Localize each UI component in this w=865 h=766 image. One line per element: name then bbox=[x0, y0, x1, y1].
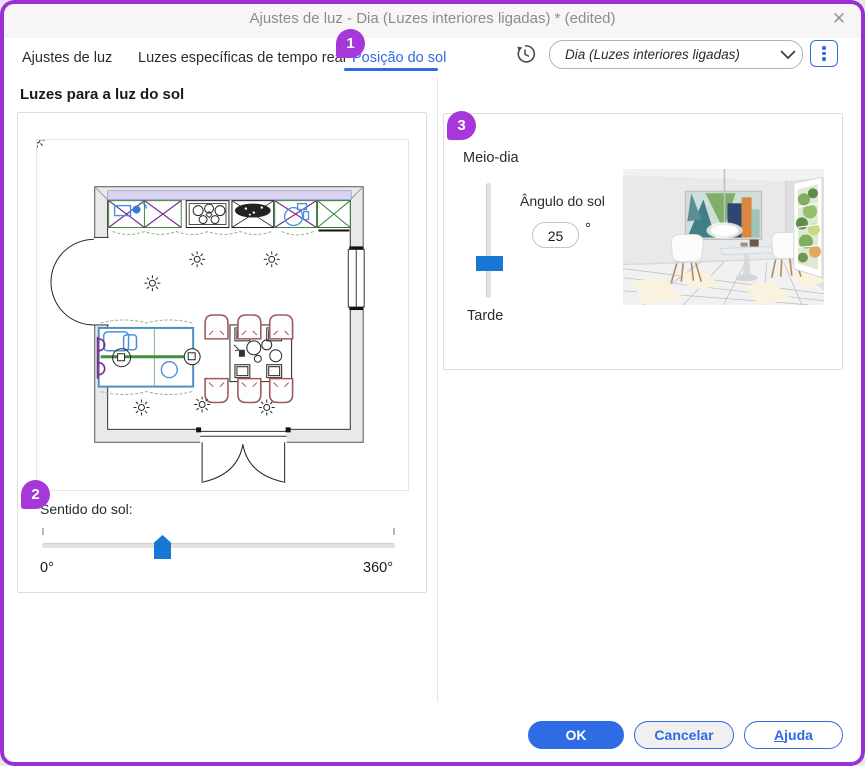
lighting-preset-dropdown[interactable]: Dia (Luzes interiores ligadas) bbox=[549, 40, 803, 69]
close-icon[interactable]: ✕ bbox=[826, 6, 852, 32]
kebab-dot bbox=[822, 57, 826, 61]
slider-tick-start bbox=[42, 528, 44, 535]
slider-tick-end bbox=[393, 528, 395, 535]
room-render-preview bbox=[623, 169, 824, 305]
dialog-title: Ajustes de luz - Dia (Luzes interiores l… bbox=[249, 10, 616, 27]
ok-button[interactable]: OK bbox=[528, 721, 624, 749]
active-tab-underline bbox=[344, 68, 438, 71]
more-options-button[interactable] bbox=[810, 40, 838, 67]
sun-direction-slider-track[interactable] bbox=[42, 543, 395, 548]
sun-direction-min: 0° bbox=[40, 560, 54, 576]
noon-label: Meio-dia bbox=[463, 150, 519, 166]
help-label-mnemonic: A bbox=[774, 727, 785, 743]
light-settings-dialog: Ajustes de luz - Dia (Luzes interiores l… bbox=[0, 0, 865, 766]
annotation-step-3: 3 bbox=[447, 111, 476, 140]
kebab-dot bbox=[822, 51, 826, 56]
sun-angle-slider-track[interactable] bbox=[486, 183, 491, 298]
help-label-rest: juda bbox=[784, 727, 813, 743]
sunlight-section-heading: Luzes para a luz do sol bbox=[20, 86, 185, 103]
evening-label: Tarde bbox=[467, 308, 504, 324]
chevron-down-icon bbox=[774, 47, 802, 63]
panel-divider bbox=[437, 78, 438, 702]
kebab-dot bbox=[822, 46, 826, 50]
help-button[interactable]: Ajuda bbox=[744, 721, 843, 749]
sun-angle-slider-handle[interactable] bbox=[476, 256, 503, 271]
cancel-button[interactable]: Cancelar bbox=[634, 721, 734, 749]
tab-ajustes-de-luz[interactable]: Ajustes de luz bbox=[22, 45, 112, 71]
sun-angle-input[interactable]: 25 bbox=[532, 222, 579, 248]
lighting-preset-value: Dia (Luzes interiores ligadas) bbox=[565, 47, 740, 62]
annotation-step-2: 2 bbox=[21, 480, 50, 509]
floor-plan-preview bbox=[36, 139, 409, 491]
sun-angle-unit: ° bbox=[585, 220, 591, 237]
sun-angle-label: Ângulo do sol bbox=[520, 193, 605, 209]
tab-luzes-especificas[interactable]: Luzes específicas de tempo real bbox=[138, 45, 346, 71]
sun-direction-max: 360° bbox=[363, 560, 393, 576]
annotation-step-1: 1 bbox=[336, 29, 365, 58]
sun-direction-label: Sentido do sol: bbox=[40, 501, 133, 517]
history-clock-icon[interactable] bbox=[514, 43, 536, 65]
